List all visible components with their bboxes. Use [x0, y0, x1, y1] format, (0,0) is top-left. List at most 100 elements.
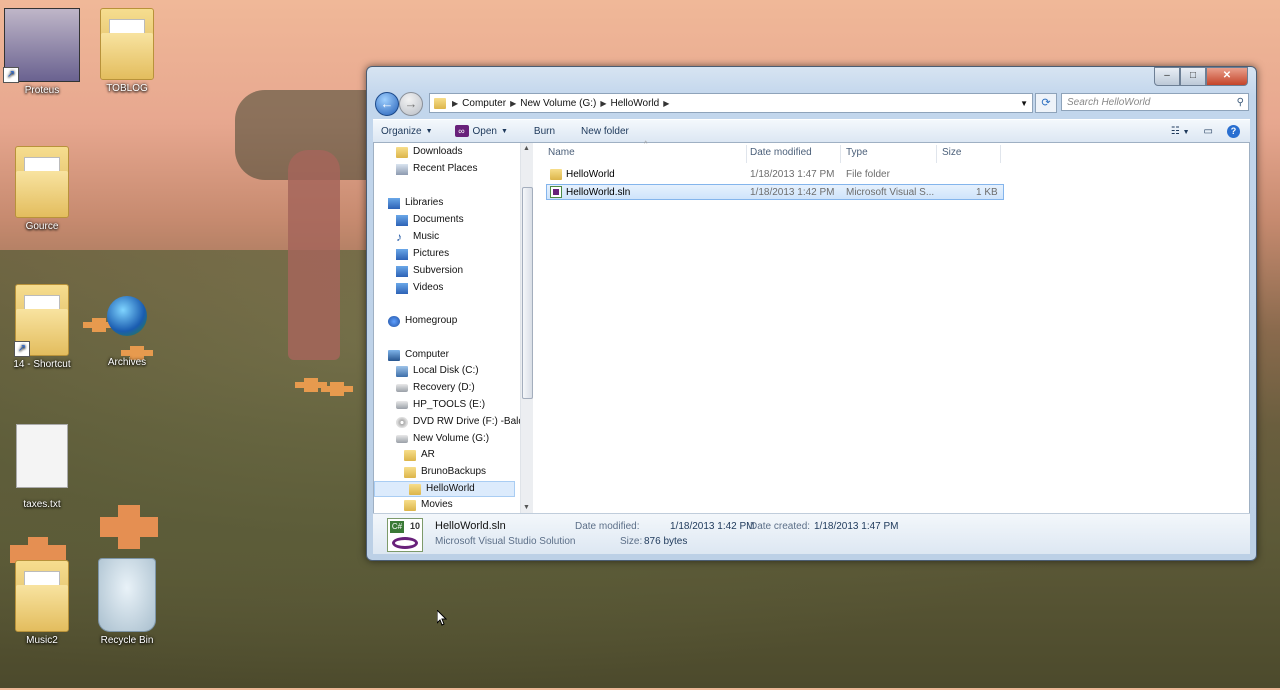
- address-dropdown-icon[interactable]: ▼: [1020, 99, 1028, 108]
- desktop-icon-label: Music2: [26, 635, 58, 646]
- drive-icon: [396, 435, 408, 443]
- nav-item-libraries[interactable]: Libraries: [388, 195, 443, 211]
- organize-button[interactable]: Organize ▼: [381, 126, 433, 137]
- desktop-icon-14-shortcut[interactable]: ↗ 14 - Shortcut: [2, 284, 82, 370]
- preview-pane-button[interactable]: ▭: [1204, 126, 1213, 137]
- recent-places-icon: [396, 163, 408, 175]
- desktop-icon-archives[interactable]: Archives: [87, 284, 167, 368]
- nav-item-pictures[interactable]: Pictures: [396, 246, 449, 262]
- nav-item-local-disk-c[interactable]: Local Disk (C:): [396, 363, 479, 379]
- column-divider[interactable]: [840, 145, 841, 163]
- infinity-logo-icon: [392, 537, 418, 549]
- search-input[interactable]: Search HelloWorld ⚲: [1061, 93, 1249, 111]
- nav-item-brunobackups[interactable]: BrunoBackups: [404, 464, 486, 480]
- minimize-button[interactable]: –: [1154, 67, 1180, 86]
- burn-button[interactable]: Burn: [534, 126, 555, 137]
- nav-item-homegroup[interactable]: Homegroup: [388, 313, 457, 329]
- nav-item-label: DVD RW Drive (F:) -Baldv: [413, 416, 520, 427]
- new-folder-button[interactable]: New folder: [581, 126, 629, 137]
- nav-item-ar[interactable]: AR: [404, 447, 435, 463]
- desktop-icon-proteus[interactable]: ↗ Proteus: [2, 8, 82, 96]
- burn-label: Burn: [533, 125, 556, 137]
- chevron-down-icon: ▼: [425, 127, 433, 135]
- forward-button[interactable]: →: [399, 92, 423, 116]
- folder-icon: [404, 466, 416, 478]
- nav-item-label: HelloWorld: [426, 483, 475, 494]
- maximize-button[interactable]: □: [1180, 67, 1206, 86]
- nav-item-helloworld[interactable]: HelloWorld: [374, 481, 515, 497]
- desktop-icon-label: Proteus: [24, 85, 60, 96]
- breadcrumb-chevron-icon: ▶: [663, 98, 670, 108]
- breadcrumb-chevron-icon: ▶: [452, 98, 459, 108]
- command-bar: Organize ▼ ∞ Open ▼ Burn New folder ☷ ▼ …: [373, 119, 1250, 142]
- file-row-helloworld[interactable]: HelloWorld 1/18/2013 1:47 PM File folder: [546, 167, 1004, 183]
- desktop-icon-music2[interactable]: Music2: [2, 560, 82, 646]
- nav-item-movies[interactable]: Movies: [404, 497, 453, 513]
- folder-icon: [100, 8, 154, 80]
- organize-label: Organize: [381, 125, 422, 137]
- desktop-icon-toblog[interactable]: TOBLOG: [87, 8, 167, 94]
- nav-item-label: HP_TOOLS (E:): [413, 399, 486, 410]
- csharp-badge-icon: C#: [390, 521, 404, 533]
- globe-icon: [107, 296, 147, 336]
- folder-icon: [434, 97, 446, 109]
- column-divider[interactable]: [746, 145, 747, 163]
- desktop-icon-label: Archives: [107, 357, 147, 368]
- column-divider[interactable]: [936, 145, 937, 163]
- desktop-icon-label: Recycle Bin: [100, 635, 154, 646]
- breadcrumb-new-volume[interactable]: New Volume (G:): [520, 98, 596, 109]
- folder-icon: [409, 483, 421, 495]
- chevron-down-icon: ▼: [1182, 128, 1190, 136]
- close-button[interactable]: ✕: [1206, 67, 1248, 86]
- nav-item-music[interactable]: ♪ Music: [396, 229, 439, 245]
- chevron-down-icon: ▼: [500, 127, 508, 135]
- nav-item-label: Music: [413, 231, 440, 242]
- nav-item-dvd-rw-drive-f[interactable]: DVD RW Drive (F:) -Baldv: [396, 414, 520, 430]
- open-button[interactable]: ∞ Open ▼: [454, 125, 508, 137]
- nav-item-label: Subversion: [413, 265, 464, 276]
- address-bar[interactable]: ▶ Computer ▶ New Volume (G:) ▶ HelloWorl…: [429, 93, 1033, 113]
- wallpaper-plus-shape: [295, 378, 327, 392]
- visual-studio-solution-icon: C# 10: [387, 518, 423, 552]
- breadcrumb-computer[interactable]: Computer: [462, 98, 506, 109]
- nav-item-videos[interactable]: Videos: [396, 280, 443, 296]
- nav-item-label: Movies: [421, 499, 453, 510]
- help-button[interactable]: ?: [1227, 124, 1240, 138]
- nav-item-label: Recent Places: [413, 163, 478, 174]
- scroll-down-icon[interactable]: ▼: [523, 504, 530, 511]
- shortcut-arrow-icon: ↗: [14, 341, 30, 357]
- nav-item-computer[interactable]: Computer: [388, 347, 449, 363]
- column-header-date-modified[interactable]: Date modified: [750, 147, 812, 158]
- nav-item-documents[interactable]: Documents: [396, 212, 464, 228]
- dvd-icon: [396, 416, 408, 428]
- column-header-type[interactable]: Type: [846, 147, 868, 158]
- refresh-button[interactable]: ⟳: [1035, 93, 1057, 113]
- nav-item-downloads[interactable]: Downloads: [396, 144, 462, 160]
- desktop-icon-recycle-bin[interactable]: Recycle Bin: [87, 558, 167, 646]
- forward-arrow-icon: →: [404, 96, 418, 111]
- libraries-icon: [388, 197, 400, 209]
- file-row-helloworld-sln[interactable]: HelloWorld.sln 1/18/2013 1:42 PM Microso…: [546, 184, 1004, 200]
- scrollbar-thumb[interactable]: [522, 187, 533, 399]
- nav-item-recovery-d[interactable]: Recovery (D:): [396, 380, 475, 396]
- back-button[interactable]: ←: [375, 92, 399, 116]
- search-placeholder: Search HelloWorld: [1067, 97, 1151, 108]
- explorer-window: – □ ✕ ← → ▶ Computer ▶ New Volume (G:) ▶…: [366, 66, 1257, 561]
- desktop-icon-label: taxes.txt: [23, 499, 61, 510]
- scroll-up-icon[interactable]: ▲: [523, 145, 530, 152]
- navigation-scrollbar[interactable]: ▲ ▼: [520, 143, 533, 513]
- view-options-button[interactable]: ☷ ▼: [1171, 126, 1190, 137]
- column-divider[interactable]: [1000, 145, 1001, 163]
- breadcrumb-helloworld[interactable]: HelloWorld: [611, 98, 660, 109]
- nav-item-new-volume-g[interactable]: New Volume (G:): [396, 431, 489, 447]
- column-header-size[interactable]: Size: [942, 147, 961, 158]
- view-list-icon: ☷: [1170, 125, 1180, 137]
- column-header-name[interactable]: Name: [548, 147, 575, 158]
- desktop-icon-taxes-txt[interactable]: taxes.txt: [2, 424, 82, 510]
- proteus-icon: ↗: [3, 8, 80, 83]
- desktop-icon-gource[interactable]: Gource: [2, 146, 82, 232]
- explorer-body: Downloads Recent Places Libraries Docume…: [373, 141, 1250, 514]
- nav-item-hp-tools-e[interactable]: HP_TOOLS (E:): [396, 397, 485, 413]
- nav-item-recent-places[interactable]: Recent Places: [396, 161, 477, 177]
- nav-item-subversion[interactable]: Subversion: [396, 263, 463, 279]
